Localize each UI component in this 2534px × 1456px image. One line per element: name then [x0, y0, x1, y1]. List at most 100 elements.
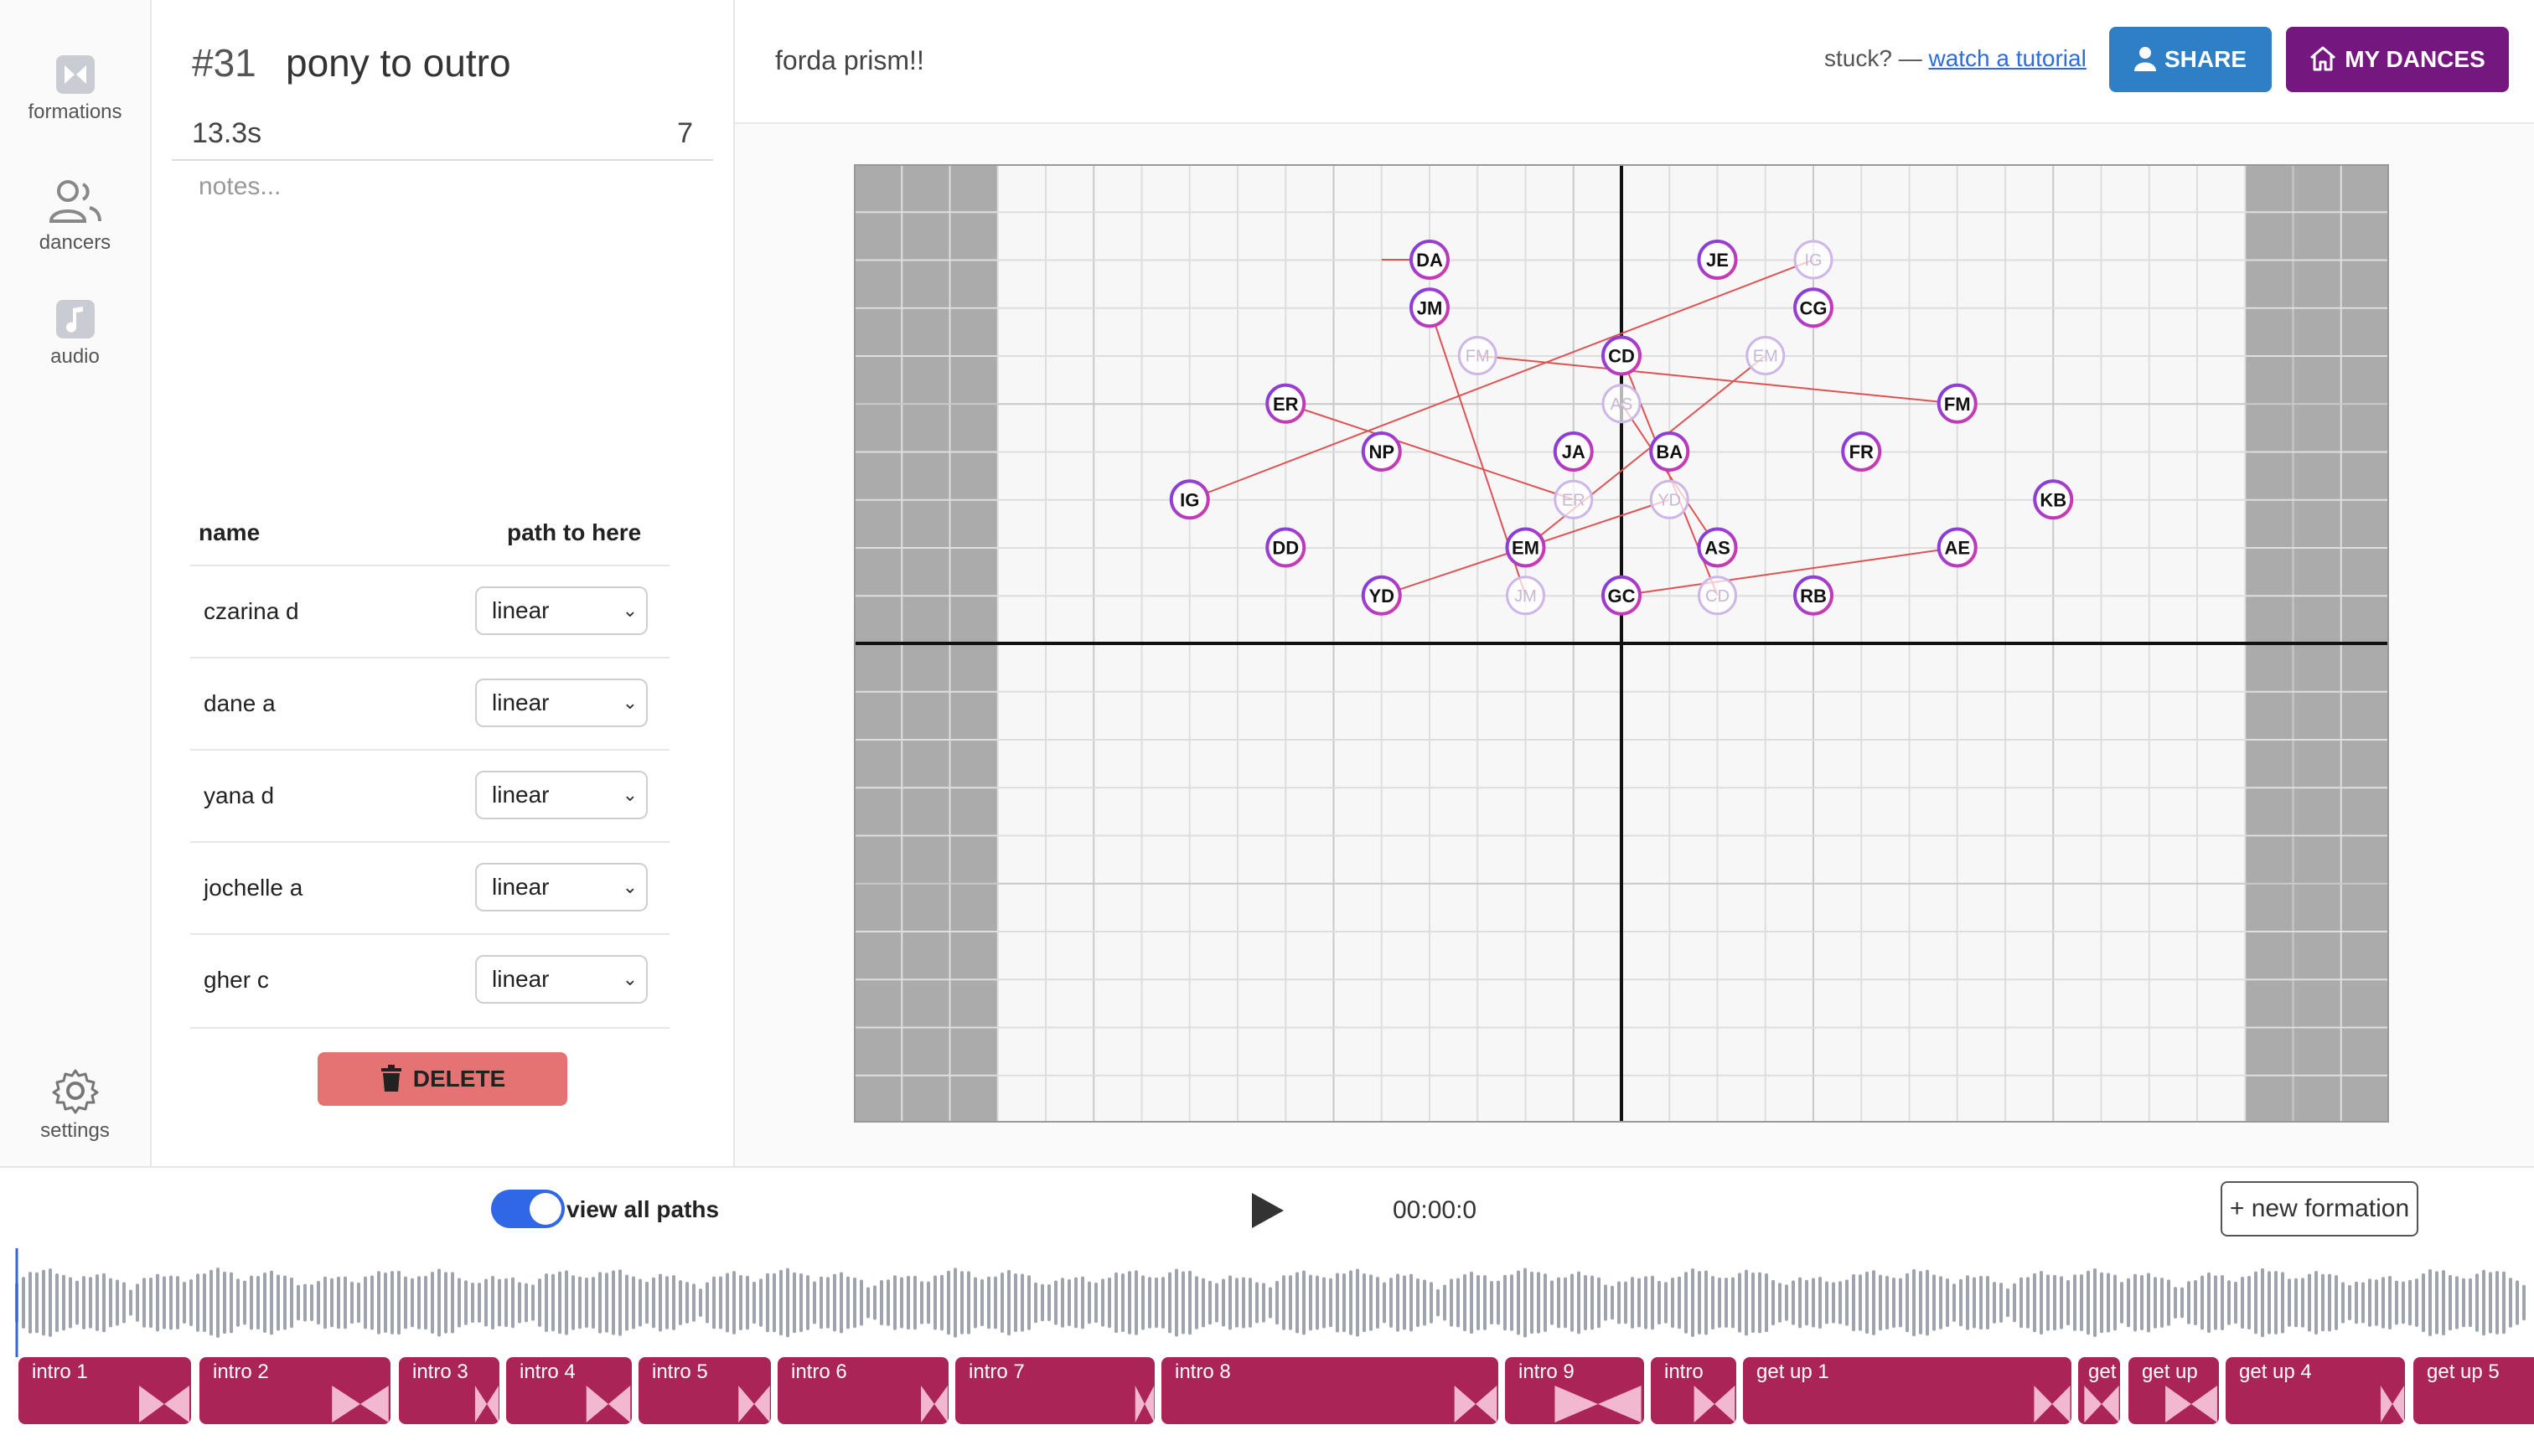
chevron-down-icon: ⌄ [622, 968, 638, 989]
dancer-name: czarina d [204, 598, 299, 624]
transition-bowtie-icon [2084, 1386, 2119, 1422]
ghost-dancer-label: ER [1562, 491, 1585, 509]
formation-duration[interactable]: 13.3s [192, 117, 261, 150]
dancer-label: AS [1704, 538, 1730, 559]
formation-name[interactable]: pony to outro [286, 40, 511, 85]
trash-icon [380, 1065, 401, 1092]
new-formation-button[interactable]: + new formation [2221, 1181, 2418, 1237]
table-row: dane a linear ⌄ [190, 657, 670, 751]
path-select[interactable]: linear ⌄ [475, 679, 648, 727]
ghost-dancer-label: AS [1611, 395, 1633, 414]
share-button[interactable]: SHARE [2109, 27, 2272, 92]
formation-count: 7 [677, 117, 693, 149]
top-bar: forda prism!! stuck? — watch a tutorial … [735, 0, 2534, 124]
transition-bowtie-icon [921, 1386, 948, 1422]
timeline-formation[interactable]: intro 5 [639, 1357, 771, 1424]
dancer-label: DA [1416, 250, 1443, 271]
divider [172, 159, 713, 161]
dance-title[interactable]: forda prism!! [775, 45, 924, 76]
dancer-label: GC [1608, 586, 1636, 607]
transition-bowtie-icon [1694, 1386, 1735, 1422]
sidebar-item-label: formations [28, 101, 122, 123]
timeline-formation[interactable]: intro 9 [1505, 1357, 1644, 1424]
sidebar-item-settings[interactable]: settings [0, 1067, 150, 1143]
tutorial-link[interactable]: watch a tutorial [1928, 45, 2086, 71]
dancer-label: ER [1273, 394, 1299, 415]
sidebar-item-label: audio [50, 345, 100, 368]
sidebar-item-formations[interactable]: formations [0, 54, 150, 124]
ghost-dancer-label: IG [1804, 251, 1822, 270]
dancer-label: JM [1417, 297, 1443, 318]
dancer-label: JE [1706, 250, 1729, 271]
dancer-label: CG [1800, 297, 1828, 318]
ghost-dancer-label: CD [1705, 587, 1730, 606]
dancer-label: IG [1180, 489, 1199, 510]
transition-bowtie-icon [474, 1386, 499, 1422]
table-row: gher c linear ⌄ [190, 933, 670, 1029]
music-note-icon [55, 300, 95, 338]
timeline-formation[interactable]: intro 6 [778, 1357, 949, 1424]
users-icon [49, 180, 101, 223]
notes-field[interactable]: notes... [199, 173, 281, 201]
sidebar-item-dancers[interactable]: dancers [0, 176, 150, 255]
dancer-label: EM [1512, 538, 1539, 559]
sidebar-item-label: settings [40, 1119, 110, 1142]
stage-grid[interactable]: DAIGFMEMASERYDJMCDDAJEJMCGCDERFMNPJABAFR… [853, 163, 2390, 1124]
transition-bowtie-icon [1554, 1386, 1642, 1422]
gear-icon [52, 1069, 98, 1114]
timeline-formation[interactable]: intro 3 [399, 1357, 499, 1424]
play-icon[interactable] [1249, 1191, 1285, 1230]
timeline-formation[interactable]: get up [2128, 1357, 2219, 1424]
timeline-formation[interactable]: intro 7 [955, 1357, 1155, 1424]
transition-bowtie-icon [1135, 1386, 1155, 1422]
dancer-name: jochelle a [204, 875, 303, 901]
transition-bowtie-icon [2380, 1386, 2405, 1422]
col-header-name: name [199, 519, 261, 545]
sidebar: formations dancers audio settings [0, 0, 152, 1166]
transition-bowtie-icon [586, 1386, 631, 1422]
timecode: 00:00:0 [1393, 1196, 1477, 1224]
home-icon [2310, 46, 2336, 71]
timeline-formation[interactable]: get up 1 [1743, 1357, 2071, 1424]
path-select[interactable]: linear ⌄ [475, 955, 648, 1004]
dancer-name: dane a [204, 690, 276, 716]
chevron-down-icon: ⌄ [622, 876, 638, 897]
sidebar-item-label: dancers [39, 231, 111, 254]
transition-bowtie-icon [1454, 1386, 1497, 1422]
dancer-label: FR [1849, 441, 1874, 462]
my-dances-button[interactable]: MY DANCES [2286, 27, 2509, 92]
timeline-formation[interactable]: intro 8 [1161, 1357, 1498, 1424]
timeline-formation[interactable]: intro 4 [506, 1357, 632, 1424]
sidebar-item-audio[interactable]: audio [0, 298, 150, 369]
dancer-label: AE [1944, 538, 1970, 559]
transition-bowtie-icon [332, 1386, 389, 1422]
delete-button[interactable]: DELETE [318, 1052, 567, 1106]
transition-bowtie-icon [738, 1386, 770, 1422]
dancer-name: yana d [204, 782, 275, 808]
dancer-label: DD [1272, 538, 1299, 559]
ghost-dancer-label: FM [1466, 348, 1490, 366]
timeline-formation[interactable]: get up 4 [2226, 1357, 2405, 1424]
path-select[interactable]: linear ⌄ [475, 586, 648, 635]
transition-bowtie-icon [2034, 1386, 2071, 1422]
col-header-path: path to here [507, 519, 642, 545]
dancer-name: gher c [204, 967, 269, 993]
dancer-label: FM [1944, 394, 1971, 415]
timeline-formation[interactable]: intro 2 [199, 1357, 390, 1424]
stage[interactable]: DAIGFMEMASERYDJMCDDAJEJMCGCDERFMNPJABAFR… [853, 163, 2390, 1127]
timeline-formation[interactable]: get up 5 [2413, 1357, 2534, 1424]
timeline-formation[interactable]: intro 1 [18, 1357, 191, 1424]
ghost-dancer-label: EM [1753, 348, 1778, 366]
formation-number: #31 [192, 41, 256, 85]
timeline-formation[interactable]: get [2078, 1357, 2120, 1424]
audio-waveform[interactable] [0, 1248, 2534, 1357]
formation-panel: #31 pony to outro 13.3s 7 notes... name … [152, 0, 735, 1166]
dancer-label: JA [1562, 441, 1585, 462]
timeline-formation[interactable]: intro [1651, 1357, 1736, 1424]
path-select[interactable]: linear ⌄ [475, 771, 648, 819]
table-row: yana d linear ⌄ [190, 749, 670, 843]
dancer-label: BA [1656, 441, 1683, 462]
path-select[interactable]: linear ⌄ [475, 863, 648, 911]
chevron-down-icon: ⌄ [622, 600, 638, 621]
view-all-paths-toggle[interactable] [491, 1190, 565, 1228]
